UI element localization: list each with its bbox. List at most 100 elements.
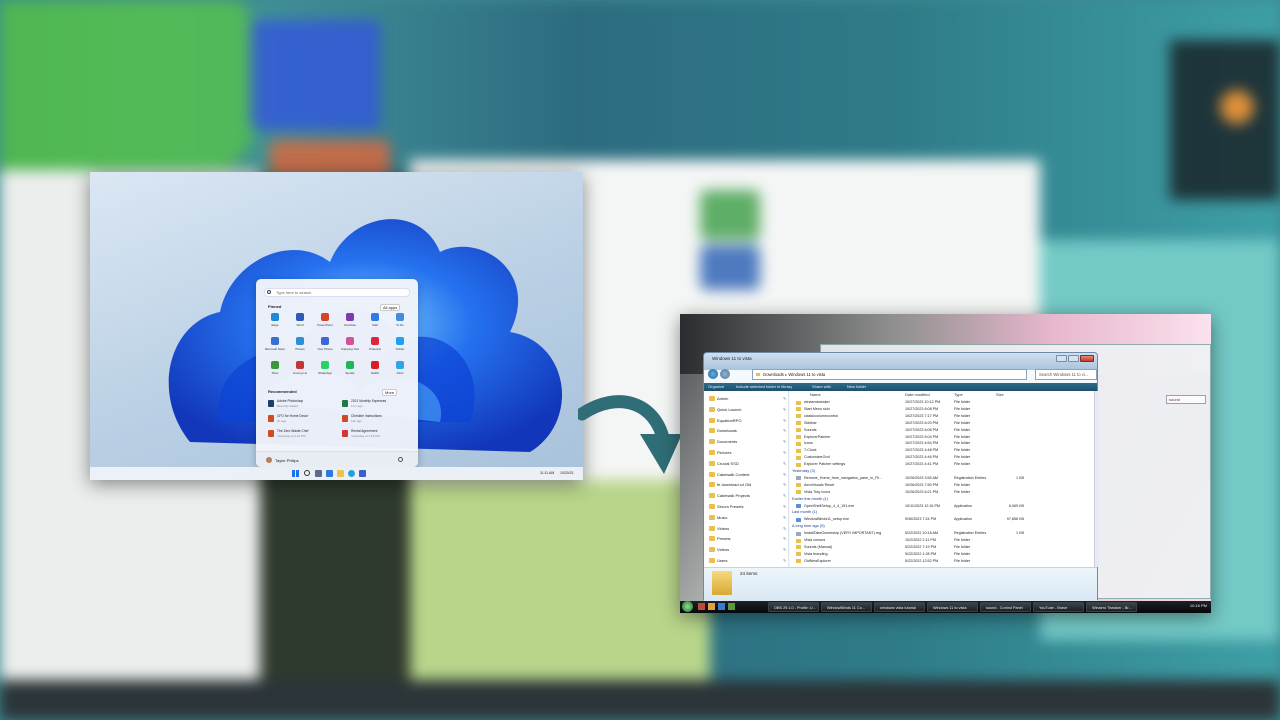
pinned-app-tile[interactable]: Among Us [287,361,313,380]
scrollbar[interactable] [1094,391,1099,567]
nav-item[interactable]: Pictures ✎ [708,449,790,456]
nav-item[interactable]: Admin ✎ [708,395,790,402]
more-button[interactable]: More [382,389,398,396]
recommended-item[interactable]: Rental Agreement Yesterday at 1:15 PM [342,429,414,440]
nav-item[interactable]: Cakewalk Projects ✎ [708,492,790,499]
new-folder-button[interactable]: New folder [847,383,866,391]
taskbar-button[interactable]: OBS 29.1.0 - Profile: U... [768,602,819,612]
pin-icon[interactable]: ✎ [783,503,786,510]
pin-icon[interactable]: ✎ [783,535,786,542]
system-tray[interactable]: 11:11 AM [540,471,554,475]
pin-icon[interactable]: ✎ [783,546,786,553]
file-row[interactable]: WindowBlinds11_setup.exe 9/30/2023 7:24 P… [790,516,1095,523]
store-icon[interactable] [359,470,366,477]
nav-item[interactable]: Crucial SSD ✎ [708,460,790,467]
pinned-app-tile[interactable]: Netflix [362,361,388,380]
widgets-icon[interactable] [326,470,333,477]
background-search-field[interactable]: sound [1166,395,1206,404]
nav-item[interactable]: Serum Presets ✎ [708,503,790,510]
pinned-app-tile[interactable]: Spotify [337,361,363,380]
nav-item[interactable]: EquationRPO ✎ [708,417,790,424]
pinned-app-tile[interactable]: Paint [387,361,413,380]
pinned-app-tile[interactable]: Microsoft Store [262,337,288,356]
breadcrumb-current[interactable]: Windows 11 to vista [788,372,825,377]
pinned-app-tile[interactable]: Snipping Tool [337,337,363,356]
pinned-app-tile[interactable]: Photos [287,337,313,356]
nav-item[interactable]: Quick Launch ✎ [708,406,790,413]
recommended-item[interactable]: The Zero Waste Chef Yesterday at 4:24 PM [268,429,340,440]
pinned-app-tile[interactable]: Xbox [262,361,288,380]
recommended-item[interactable]: Christine Instructions 12h ago [342,414,414,425]
pinned-app-tile[interactable]: Word [287,313,313,332]
search-icon[interactable] [304,470,310,476]
file-row[interactable]: Explorer Patcher settings 10/27/2023 4:41… [790,461,1095,468]
start-button-icon[interactable] [292,470,299,477]
column-header-name[interactable]: Name [810,392,821,397]
share-with-button[interactable]: Share with [812,383,831,391]
nav-item[interactable]: Documents ✎ [708,438,790,445]
organize-button[interactable]: Organize [708,383,724,391]
pin-icon[interactable]: ✎ [783,557,786,564]
nav-item[interactable]: Presets ✎ [708,535,790,542]
pin-icon[interactable]: ✎ [783,525,786,532]
nav-item[interactable]: fe download cd Old ✎ [708,481,790,488]
pinned-app-tile[interactable]: Edge [262,313,288,332]
address-bar[interactable]: Downloads ▸ Windows 11 to vista [752,369,1027,380]
taskbar-button[interactable]: sound - Control Panel [980,602,1031,612]
pin-icon[interactable]: ✎ [783,417,786,424]
task-view-icon[interactable] [315,470,322,477]
back-button-icon[interactable] [708,369,718,379]
group-header[interactable]: A long time ago (5) [792,523,825,528]
pinned-app-tile[interactable]: Your Phone [312,337,338,356]
file-row[interactable]: OldNewExplorer 5/22/2022 12:52 PM File fol… [790,558,1095,565]
taskbar-button[interactable]: YouTube - Brave [1033,602,1084,612]
pin-icon[interactable]: ✎ [783,460,786,467]
column-header-size[interactable]: Size [996,392,1004,397]
recommended-item[interactable]: 2021 Monthly Expenses 17m ago [342,399,414,410]
nav-item[interactable]: Downloads ✎ [708,427,790,434]
taskbar-button[interactable]: Winaero Tweaker - Br... [1086,602,1137,612]
close-button[interactable] [1080,355,1094,362]
pinned-app-tile[interactable]: WhatsApp [312,361,338,380]
forward-button-icon[interactable] [720,369,730,379]
nav-item[interactable]: Videos ✎ [708,546,790,553]
start-search-box[interactable]: Type here to search [264,288,410,297]
pinned-app-tile[interactable]: PowerPoint [312,313,338,332]
pinned-app-tile[interactable]: Pinterest [362,337,388,356]
maximize-button[interactable] [1068,355,1079,362]
user-name[interactable]: Taylor Philips [275,458,299,463]
minimize-button[interactable] [1056,355,1067,362]
pin-icon[interactable]: ✎ [783,449,786,456]
group-header[interactable]: Last month (1) [792,509,817,514]
pin-icon[interactable]: ✎ [783,514,786,521]
pin-icon[interactable]: ✎ [783,438,786,445]
pinned-app-tile[interactable]: OneNote [337,313,363,332]
file-row[interactable]: OpenShellSetup_4_4_191.exe 10/11/2023 12:… [790,503,1095,510]
column-header-type[interactable]: Type [954,392,963,397]
pinned-app-tile[interactable]: Twitter [387,337,413,356]
breadcrumb-downloads[interactable]: Downloads [763,372,784,377]
taskbar-button[interactable]: WindowBlinds 11 Co... [821,602,872,612]
user-avatar[interactable] [266,457,272,463]
pin-icon[interactable]: ✎ [783,471,786,478]
file-explorer-icon[interactable] [337,470,344,477]
vista-start-orb-icon[interactable] [682,601,693,612]
pinned-app-tile[interactable]: To Do [387,313,413,332]
search-field[interactable]: Search Windows 11 to vi... [1035,369,1097,380]
pin-icon[interactable]: ✎ [783,492,786,499]
pin-icon[interactable]: ✎ [783,406,786,413]
recommended-item[interactable]: Adobe Photoshop Recently added [268,399,340,410]
pin-icon[interactable]: ✎ [783,481,786,488]
pinned-app-tile[interactable]: Mail [362,313,388,332]
power-icon[interactable] [398,457,403,462]
taskbar-button[interactable]: windows vista tutorial [874,602,925,612]
nav-item[interactable]: Users ✎ [708,557,790,564]
pin-icon[interactable]: ✎ [783,427,786,434]
include-in-library-button[interactable]: Include selected folder in library [736,383,792,391]
nav-item[interactable]: Cakewalk Content ✎ [708,471,790,478]
edge-icon[interactable] [348,470,355,477]
file-row[interactable]: Vista Tray Icons 10/26/2023 6:21 PM File f… [790,489,1095,496]
column-header-date[interactable]: Date modified [905,392,930,397]
all-apps-button[interactable]: All apps [380,304,401,311]
nav-item[interactable]: Music ✎ [708,514,790,521]
